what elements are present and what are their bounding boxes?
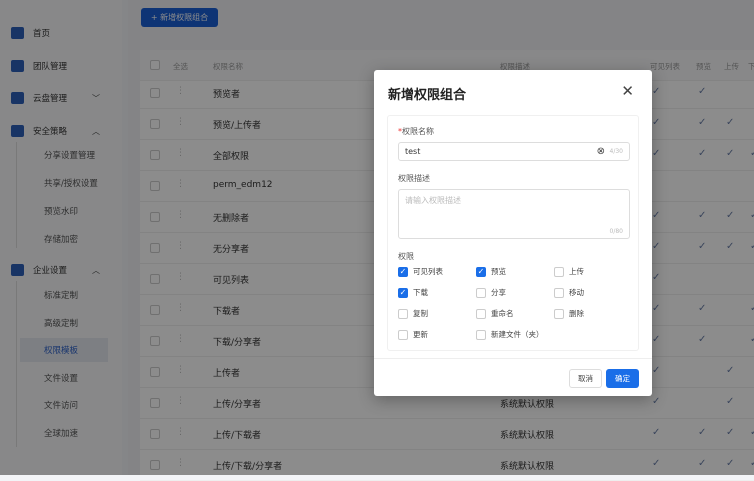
close-icon[interactable]: ✕ [621, 82, 634, 100]
checkbox[interactable] [398, 308, 408, 319]
desc-counter: 0/80 [609, 228, 623, 235]
option-label: 复制 [413, 309, 428, 318]
permission-option[interactable]: 重命名 [476, 308, 514, 319]
desc-placeholder: 请输入权限描述 [405, 196, 461, 205]
perm-label: 权限 [398, 252, 414, 261]
checkbox[interactable] [476, 329, 486, 340]
option-label: 下载 [413, 288, 428, 297]
option-label: 可见列表 [413, 267, 443, 276]
option-label: 新建文件（夹） [491, 330, 544, 339]
cancel-button[interactable]: 取消 [569, 369, 602, 388]
name-input[interactable]: test ⊗ 4/30 [398, 142, 630, 161]
checkbox[interactable] [476, 308, 486, 319]
clear-icon[interactable]: ⊗ [597, 146, 605, 157]
checkbox[interactable] [554, 308, 564, 319]
form-panel: *权限名称 test ⊗ 4/30 权限描述 请输入权限描述 0/80 权限 ✓… [387, 115, 639, 351]
name-input-value: test [405, 147, 421, 156]
permission-option[interactable]: 复制 [398, 308, 428, 319]
confirm-button[interactable]: 确定 [606, 369, 639, 388]
option-label: 上传 [569, 267, 584, 276]
permission-option[interactable]: 删除 [554, 308, 584, 319]
add-permission-dialog: 新增权限组合 ✕ *权限名称 test ⊗ 4/30 权限描述 请输入权限描述 … [374, 70, 652, 396]
desc-label: 权限描述 [398, 174, 430, 183]
permission-option[interactable]: 上传 [554, 266, 584, 277]
name-counter: 4/30 [609, 148, 623, 155]
dialog-footer-divider [374, 358, 652, 359]
checkbox[interactable]: ✓ [476, 266, 486, 277]
option-label: 预览 [491, 267, 506, 276]
permission-option[interactable]: 移动 [554, 287, 584, 298]
permission-option[interactable]: 分享 [476, 287, 506, 298]
permission-option[interactable]: ✓ 下载 [398, 287, 428, 298]
option-label: 更新 [413, 330, 428, 339]
checkbox[interactable] [398, 329, 408, 340]
desc-textarea[interactable]: 请输入权限描述 0/80 [398, 189, 630, 239]
checkbox[interactable] [554, 287, 564, 298]
dialog-title: 新增权限组合 [388, 88, 467, 103]
checkbox[interactable] [554, 266, 564, 277]
option-label: 移动 [569, 288, 584, 297]
permission-option[interactable]: 新建文件（夹） [476, 329, 544, 340]
permission-option[interactable]: 更新 [398, 329, 428, 340]
permission-option[interactable]: ✓ 预览 [476, 266, 506, 277]
checkbox[interactable]: ✓ [398, 287, 408, 298]
option-label: 重命名 [491, 309, 514, 318]
checkbox[interactable]: ✓ [398, 266, 408, 277]
name-label: *权限名称 [398, 127, 434, 136]
option-label: 删除 [569, 309, 584, 318]
checkbox[interactable] [476, 287, 486, 298]
permission-option[interactable]: ✓ 可见列表 [398, 266, 443, 277]
option-label: 分享 [491, 288, 506, 297]
